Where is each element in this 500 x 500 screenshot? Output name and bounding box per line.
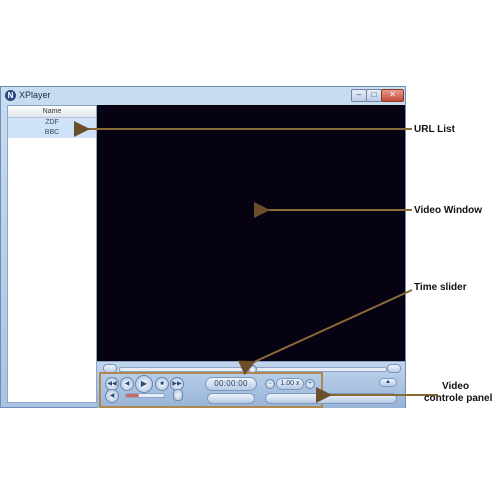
control-panel-label-line1: Video	[442, 381, 470, 392]
time-slider-arrow	[237, 289, 413, 376]
annotation-arrows	[74, 121, 438, 403]
time-slider-label: Time slider	[414, 282, 467, 293]
url-list-label: URL List	[414, 124, 455, 135]
control-panel-label-line2: controle panel	[424, 393, 493, 404]
video-window-label: Video Window	[414, 205, 483, 216]
